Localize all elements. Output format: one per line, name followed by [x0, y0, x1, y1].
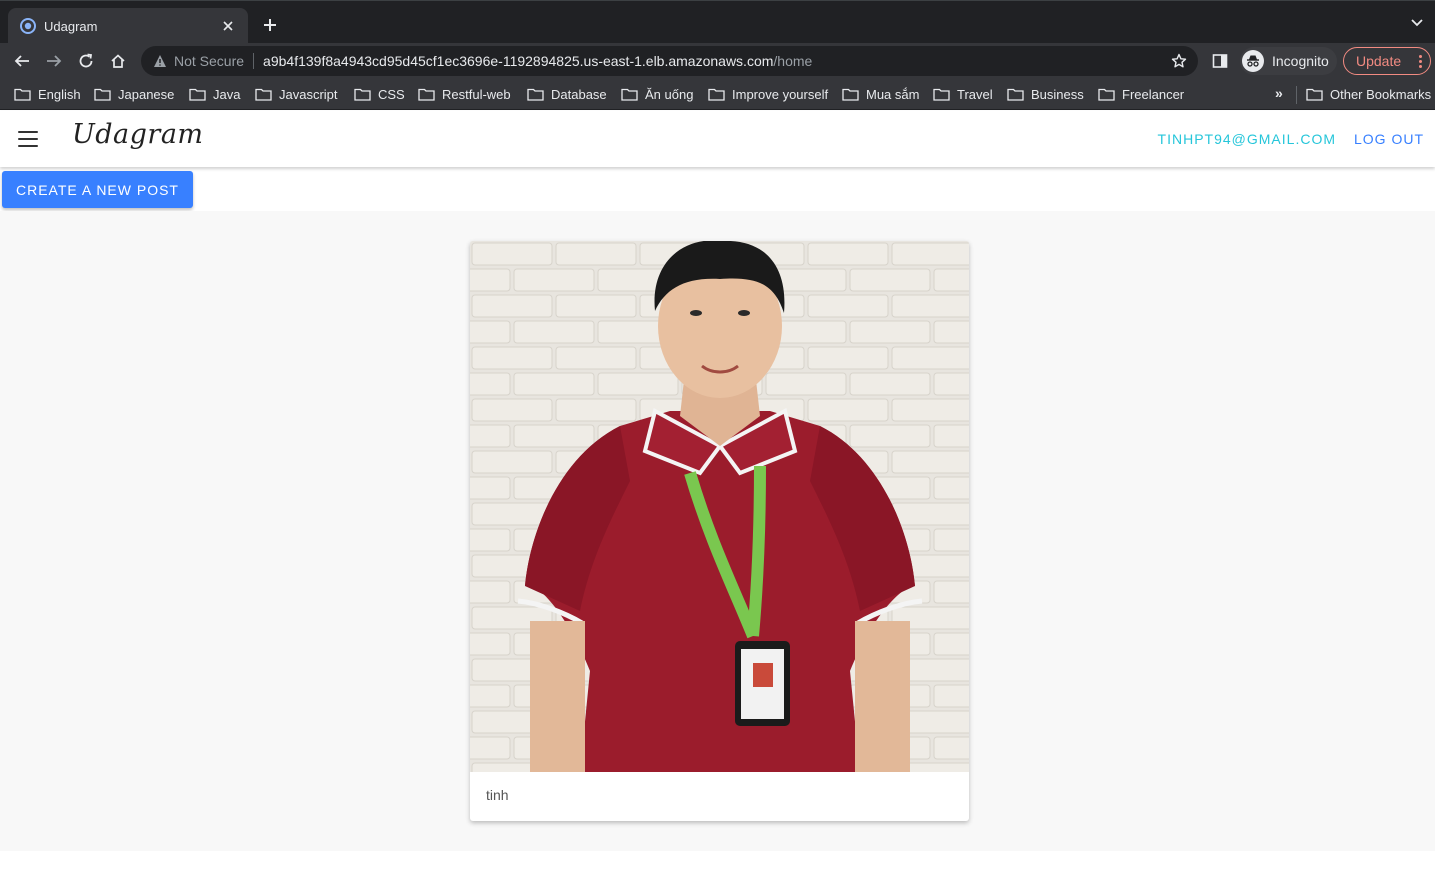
bookmark-label: Java	[213, 86, 241, 102]
bookmark-label: Other Bookmarks	[1330, 86, 1432, 102]
logout-button[interactable]: LOG OUT	[1354, 131, 1424, 147]
post-caption: tinh	[486, 787, 509, 803]
back-arrow-icon[interactable]	[9, 48, 35, 74]
url-host: a9b4f139f8a4943cd95d45cf1ec3696e-1192894…	[263, 53, 774, 69]
bookmark-folder-restful-web[interactable]: Restful-web	[418, 85, 511, 103]
chrome-favicon-icon	[20, 18, 36, 34]
bookmark-label: Restful-web	[442, 86, 511, 102]
reload-icon[interactable]	[73, 48, 99, 74]
bookmark-folder-an-uong[interactable]: Ăn uống	[621, 85, 693, 103]
incognito-label: Incognito	[1272, 53, 1329, 69]
url-path: /home	[773, 53, 813, 69]
folder-icon	[189, 88, 206, 101]
warning-triangle-icon[interactable]	[153, 54, 167, 68]
folder-icon	[418, 88, 435, 101]
bookmark-folder-css[interactable]: CSS	[354, 85, 405, 103]
bookmark-label: Database	[551, 86, 607, 102]
bookmark-folder-mua-sam[interactable]: Mua sắm	[842, 85, 919, 103]
bookmark-folder-english[interactable]: English	[14, 85, 81, 103]
create-post-button[interactable]: CREATE A NEW POST	[2, 171, 193, 208]
browser-toolbar: Not Secure a9b4f139f8a4943cd95d45cf1ec36…	[0, 43, 1435, 78]
bookmark-label: Freelancer	[1122, 86, 1185, 102]
hamburger-menu-icon[interactable]	[16, 128, 40, 150]
folder-icon	[14, 88, 31, 101]
folder-icon	[708, 88, 725, 101]
bookmark-label: Javascript	[279, 86, 338, 102]
close-tab-icon[interactable]	[218, 16, 238, 36]
folder-icon	[1306, 88, 1323, 101]
other-bookmarks-folder[interactable]: Other Bookmarks	[1306, 85, 1431, 103]
new-tab-icon[interactable]	[258, 13, 282, 37]
bookmark-folder-javascript[interactable]: Javascript	[255, 85, 338, 103]
app-logo-title[interactable]: Udagram	[72, 119, 204, 150]
bookmarks-divider	[1296, 86, 1297, 104]
bookmark-label: CSS	[378, 86, 405, 102]
folder-icon	[621, 88, 638, 101]
page-content: Udagram TINHPT94@GMAIL.COM LOG OUT CREAT…	[0, 111, 1435, 883]
bookmark-folder-improve-yourself[interactable]: Improve yourself	[708, 85, 828, 103]
address-bar[interactable]: Not Secure a9b4f139f8a4943cd95d45cf1ec36…	[141, 46, 1198, 76]
bookmark-label: English	[38, 86, 81, 102]
folder-icon	[1098, 88, 1115, 101]
post-image	[470, 241, 969, 772]
browser-tab-strip: Udagram	[0, 0, 1435, 44]
update-button[interactable]: Update	[1343, 47, 1431, 75]
folder-icon	[933, 88, 950, 101]
user-email-link[interactable]: TINHPT94@GMAIL.COM	[1158, 131, 1336, 147]
incognito-profile-button[interactable]: Incognito	[1240, 47, 1337, 75]
folder-icon	[354, 88, 371, 101]
post-card: tinh	[470, 241, 969, 821]
app-header: Udagram TINHPT94@GMAIL.COM LOG OUT	[0, 111, 1435, 167]
address-separator	[253, 53, 255, 69]
tab-search-chevron-icon[interactable]	[1409, 15, 1425, 31]
forward-arrow-icon[interactable]	[41, 48, 67, 74]
bookmark-label: Improve yourself	[732, 86, 829, 102]
more-bookmarks-chevron[interactable]: »	[1275, 85, 1283, 101]
update-label: Update	[1356, 53, 1402, 69]
bookmark-label: Mua sắm	[866, 86, 920, 102]
feed-list: tinh	[0, 211, 1435, 851]
folder-icon	[1007, 88, 1024, 101]
folder-icon	[255, 88, 272, 101]
incognito-icon	[1242, 50, 1264, 72]
bookmark-folder-java[interactable]: Java	[189, 85, 240, 103]
folder-icon	[527, 88, 544, 101]
tab-title: Udagram	[44, 18, 98, 34]
bookmark-label: Travel	[957, 86, 993, 102]
bookmarks-bar: English Japanese Java Javascript CSS Res…	[0, 78, 1435, 110]
bookmark-folder-freelancer[interactable]: Freelancer	[1098, 85, 1184, 103]
bookmark-folder-travel[interactable]: Travel	[933, 85, 993, 103]
folder-icon	[842, 88, 859, 101]
bookmark-label: Business	[1031, 86, 1084, 102]
home-icon[interactable]	[105, 48, 131, 74]
browser-tab[interactable]: Udagram	[8, 8, 248, 44]
bookmark-label: Ăn uống	[645, 86, 694, 102]
bookmark-star-icon[interactable]	[1170, 52, 1188, 70]
folder-icon	[94, 88, 111, 101]
bookmark-folder-business[interactable]: Business	[1007, 85, 1084, 103]
bookmark-label: Japanese	[118, 86, 175, 102]
bookmark-folder-japanese[interactable]: Japanese	[94, 85, 174, 103]
bookmark-folder-database[interactable]: Database	[527, 85, 607, 103]
more-menu-icon[interactable]	[1418, 54, 1422, 68]
security-status-label[interactable]: Not Secure	[174, 53, 244, 69]
side-panel-icon[interactable]	[1210, 51, 1230, 71]
